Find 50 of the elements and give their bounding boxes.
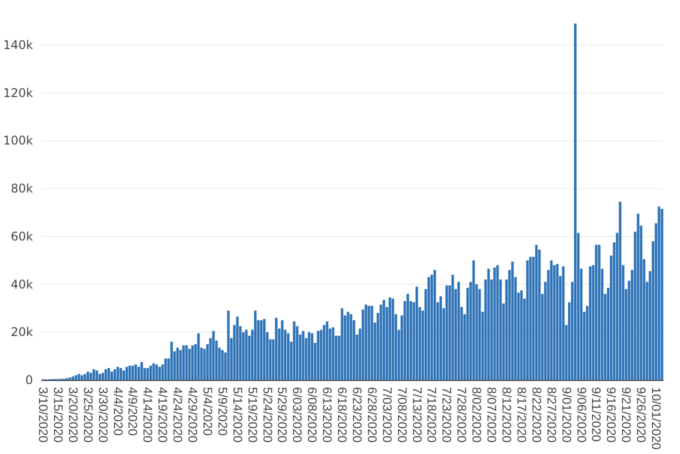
tick-label: 9/01/2020 (559, 387, 574, 443)
tick-label: 4/29/2020 (186, 387, 200, 443)
tick-label: 100k (3, 134, 33, 148)
tick-label: 3/30/2020 (96, 387, 110, 443)
tick-label: 40k (10, 277, 33, 292)
tick-label: 8/12/2020 (500, 387, 514, 443)
tick-label: 80k (10, 182, 33, 196)
tick-label: 120k (3, 86, 33, 100)
tick-label: 5/19/2020 (245, 387, 260, 443)
tick-label: 4/4/2020 (110, 387, 125, 436)
tick-label: 6/13/2020 (320, 387, 334, 443)
tick-label: 8/02/2020 (470, 387, 484, 443)
tick-label: 7/18/2020 (424, 387, 439, 443)
tick-label: 6/28/2020 (364, 387, 379, 443)
tick-label: 3/15/2020 (50, 387, 65, 443)
tick-label: 5/4/2020 (200, 387, 214, 436)
tick-label: 5/29/2020 (275, 387, 290, 443)
tick-label: 9/11/2020 (589, 387, 604, 442)
tick-label: 4/19/2020 (156, 387, 170, 443)
tick-label: 4/9/2020 (126, 387, 140, 436)
tick-label: 3/25/2020 (80, 387, 95, 443)
tick-label: 7/28/2020 (454, 387, 469, 443)
tick-label: 7/03/2020 (380, 387, 394, 443)
tick-label: 3/10/2020 (36, 387, 50, 443)
tick-label: 6/03/2020 (290, 387, 304, 443)
tick-label: 140k (3, 38, 33, 52)
tick-label: 9/21/2020 (619, 387, 634, 443)
tick-label: 0 (25, 373, 33, 387)
tick-label: 7/23/2020 (440, 387, 454, 443)
tick-label: 8/07/2020 (484, 387, 499, 443)
tick-label: 5/24/2020 (260, 387, 274, 443)
tick-label: 60k (10, 229, 33, 244)
tick-label: 9/26/2020 (634, 387, 648, 443)
tick-label: 7/08/2020 (394, 387, 409, 443)
tick-label: 8/22/2020 (529, 387, 544, 443)
tick-label: 6/08/2020 (305, 387, 320, 443)
tick-label: 8/27/2020 (544, 387, 558, 443)
tick-label: 7/13/2020 (410, 387, 424, 443)
tick-label: 20k (10, 325, 33, 340)
tick-label: 5/9/2020 (215, 387, 230, 436)
tick-label: 5/14/2020 (230, 387, 244, 443)
tick-label: 8/17/2020 (514, 387, 528, 443)
tick-label: 3/20/2020 (66, 387, 80, 443)
tick-label: 4/14/2020 (140, 387, 155, 443)
tick-label: 9/06/2020 (574, 387, 588, 443)
tick-label: 9/16/2020 (604, 387, 618, 443)
tick-label: 6/23/2020 (350, 387, 364, 443)
tick-label: 10/01/2020 (649, 387, 664, 450)
tick-label: 4/24/2020 (170, 387, 185, 443)
tick-label: 6/18/2020 (335, 387, 350, 443)
